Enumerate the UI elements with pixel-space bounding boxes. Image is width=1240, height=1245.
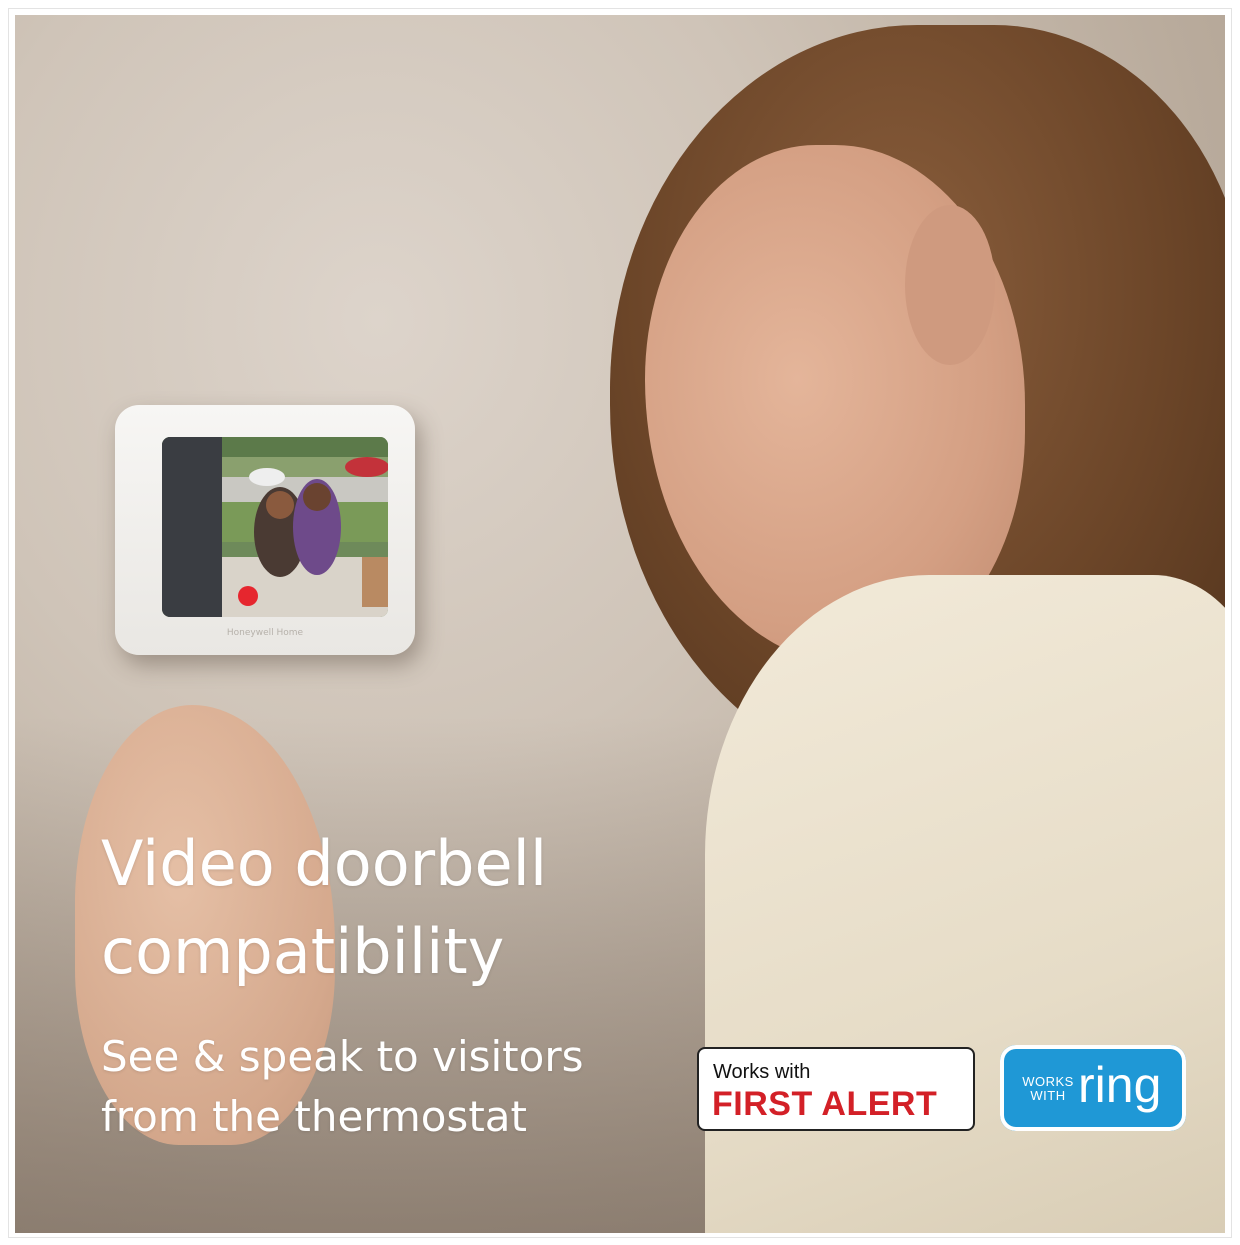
- works-with-ring-badge: WORKS WITH ring: [1000, 1045, 1186, 1131]
- headline-line-1: Video doorbell: [101, 827, 548, 900]
- device-brand-label: Honeywell Home: [226, 628, 304, 638]
- works-with-first-alert-badge: Works with FIRST ALERT: [697, 1047, 975, 1131]
- thermostat-device: Honeywell Home: [115, 405, 415, 655]
- headline: Video doorbell compatibility: [101, 820, 721, 996]
- first-alert-prefix: Works with: [713, 1061, 811, 1083]
- product-photo: Honeywell Home Video doorbell compatibil…: [15, 15, 1225, 1233]
- product-image-frame: Honeywell Home Video doorbell compatibil…: [8, 8, 1232, 1238]
- ring-line-1: WORKS: [1022, 1074, 1074, 1089]
- subheadline: See & speak to visitors from the thermos…: [101, 1027, 701, 1147]
- doorbell-video-feed: [162, 437, 388, 617]
- subheadline-line-2: from the thermostat: [101, 1092, 527, 1141]
- first-alert-name: FIRST ALERT: [712, 1085, 938, 1123]
- ring-line-2: WITH: [1030, 1088, 1066, 1103]
- subheadline-line-1: See & speak to visitors: [101, 1032, 584, 1081]
- ring-works-with: WORKS WITH: [1020, 1075, 1076, 1103]
- end-call-button: [238, 586, 258, 606]
- doorbell-video-screen: [162, 437, 388, 617]
- woman-coat: [705, 575, 1225, 1233]
- woman-ear: [905, 205, 995, 365]
- ring-logo-word: ring: [1078, 1057, 1162, 1113]
- headline-line-2: compatibility: [101, 915, 505, 988]
